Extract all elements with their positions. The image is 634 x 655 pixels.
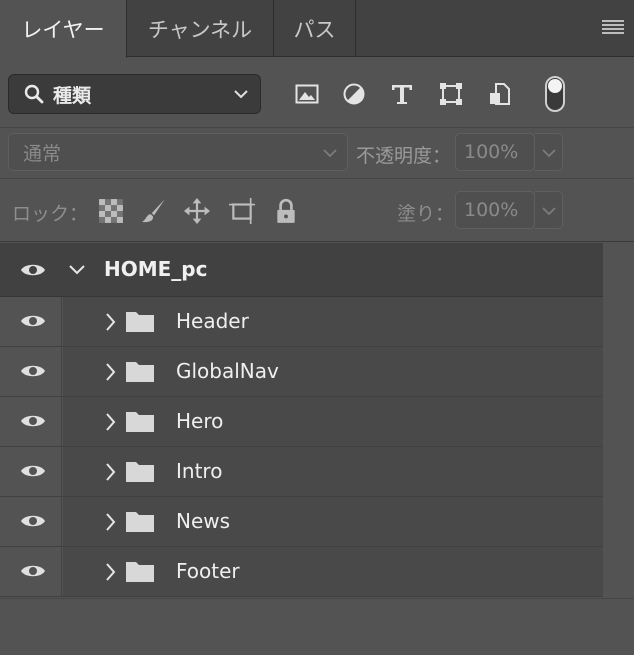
fill-value: 100% xyxy=(464,199,519,221)
layer-name: Footer xyxy=(176,559,240,583)
lock-paint-icon[interactable] xyxy=(141,198,167,224)
shape-filter-icon[interactable] xyxy=(439,82,463,106)
chevron-down-icon xyxy=(542,207,556,216)
search-icon xyxy=(24,84,44,104)
lock-artboard-icon[interactable] xyxy=(229,198,255,224)
layer-name: Header xyxy=(176,309,249,333)
layer-row[interactable]: News xyxy=(0,497,603,547)
opacity-label: 不透明度： xyxy=(356,145,452,167)
layer-name: News xyxy=(176,509,231,533)
folder-icon xyxy=(126,462,154,482)
blend-row: 通常 不透明度： 100% xyxy=(0,129,634,179)
type-filter-icon[interactable] xyxy=(390,82,414,106)
lock-transparent-icon[interactable] xyxy=(98,198,124,224)
eye-visibility-icon[interactable] xyxy=(20,563,46,579)
layer-row[interactable]: GlobalNav xyxy=(0,347,603,397)
fill-label: 塗り： xyxy=(397,203,455,225)
filter-toggle-switch[interactable] xyxy=(545,76,565,112)
image-filter-icon[interactable] xyxy=(295,82,319,106)
eye-visibility-icon[interactable] xyxy=(20,513,46,529)
lock-row: ロック： 塗り： 100% xyxy=(0,180,634,242)
filter-row: 種類 xyxy=(0,58,634,128)
chevron-right-icon[interactable] xyxy=(104,512,116,532)
layer-group-row[interactable]: HOME_pc xyxy=(0,243,603,297)
layer-row[interactable]: Header xyxy=(0,297,603,347)
lock-position-icon[interactable] xyxy=(184,198,210,224)
chevron-right-icon[interactable] xyxy=(104,412,116,432)
eye-visibility-icon[interactable] xyxy=(20,413,46,429)
eye-visibility-icon[interactable] xyxy=(20,262,46,278)
chevron-down-icon xyxy=(542,149,556,158)
panel-menu-icon[interactable] xyxy=(602,20,624,34)
layer-name: Intro xyxy=(176,459,223,483)
chevron-right-icon[interactable] xyxy=(104,312,116,332)
opacity-dropdown-button[interactable] xyxy=(535,133,563,171)
layer-group-name: HOME_pc xyxy=(104,257,208,281)
chevron-right-icon[interactable] xyxy=(104,362,116,382)
layer-row[interactable]: Footer xyxy=(0,547,603,597)
fill-dropdown-button[interactable] xyxy=(535,191,563,229)
lock-all-icon[interactable] xyxy=(273,198,299,224)
toggle-knob xyxy=(548,79,562,93)
folder-icon xyxy=(126,312,154,332)
chevron-down-icon[interactable] xyxy=(68,263,86,277)
lock-label: ロック： xyxy=(12,203,89,225)
chevron-down-icon xyxy=(234,90,248,99)
layer-name: GlobalNav xyxy=(176,359,279,383)
chevron-right-icon[interactable] xyxy=(104,462,116,482)
filter-kind-label: 種類 xyxy=(53,84,92,107)
tab-channels[interactable]: チャンネル xyxy=(127,0,274,57)
blend-mode-value: 通常 xyxy=(23,142,62,165)
smart-object-filter-icon[interactable] xyxy=(488,82,512,106)
eye-visibility-icon[interactable] xyxy=(20,363,46,379)
eye-visibility-icon[interactable] xyxy=(20,463,46,479)
layer-row[interactable]: Hero xyxy=(0,397,603,447)
chevron-down-icon xyxy=(323,149,337,158)
filter-kind-select[interactable]: 種類 xyxy=(8,74,261,114)
chevron-right-icon[interactable] xyxy=(104,562,116,582)
fill-input[interactable]: 100% xyxy=(455,191,535,229)
eye-visibility-icon[interactable] xyxy=(20,313,46,329)
folder-icon xyxy=(126,512,154,532)
layer-row[interactable]: Intro xyxy=(0,447,603,497)
tab-layers[interactable]: レイヤー xyxy=(0,0,127,58)
opacity-input[interactable]: 100% xyxy=(455,133,535,171)
adjustment-filter-icon[interactable] xyxy=(342,82,366,106)
scrollbar-track[interactable] xyxy=(603,243,634,598)
opacity-value: 100% xyxy=(464,141,519,163)
tab-paths[interactable]: パス xyxy=(274,0,356,57)
blend-mode-select[interactable]: 通常 xyxy=(8,133,348,171)
panel-tab-bar: レイヤー チャンネル パス xyxy=(0,0,634,58)
folder-icon xyxy=(126,412,154,432)
layer-name: Hero xyxy=(176,409,224,433)
layers-list: HOME_pc Header GlobalNav Hero Intro News… xyxy=(0,243,603,597)
folder-icon xyxy=(126,562,154,582)
layers-empty-area xyxy=(0,598,634,655)
folder-icon xyxy=(126,362,154,382)
